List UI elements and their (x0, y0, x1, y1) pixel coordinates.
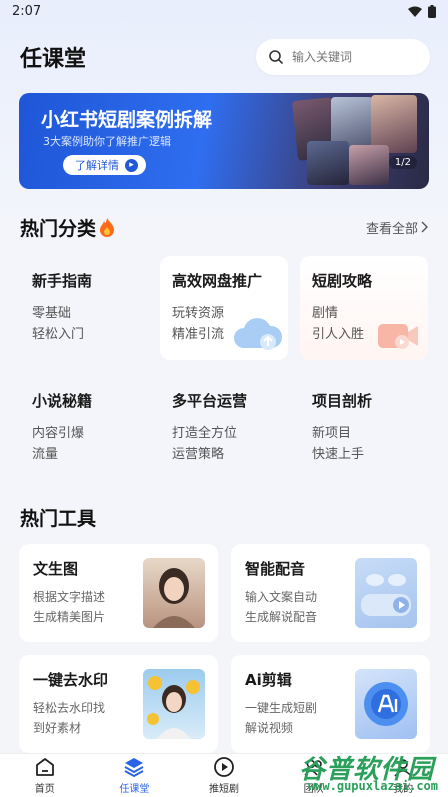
category-desc: 快速上手 (312, 447, 365, 462)
ai-logo-thumbnail (355, 669, 417, 739)
home-icon (35, 758, 54, 776)
tool-card-watermark-remover[interactable]: 一键去水印 轻松去水印找 到好素材 (19, 655, 218, 753)
category-card-novel[interactable]: 小说秘籍 内容引爆 流量 (20, 376, 148, 480)
hot-tools-header: 热门工具 (20, 504, 428, 530)
status-time: 2:07 (12, 3, 42, 19)
category-grid: 新手指南 零基础 轻松入门 高效网盘推广 玩转资源 精准引流 短剧攻略 剧情 引… (20, 256, 428, 480)
fire-icon (100, 218, 115, 237)
tool-grid: 文生图 根据文字描述 生成精美图片 智能配音 输入文案自动 生成解说配音 一键去… (19, 544, 430, 753)
play-circle-icon (214, 757, 234, 777)
portrait-thumbnail (143, 558, 205, 628)
category-desc: 零基础 (32, 306, 72, 321)
category-card-project[interactable]: 项目剖析 新项目 快速上手 (300, 376, 428, 480)
audio-device-thumbnail (355, 558, 417, 628)
category-card-netdisk[interactable]: 高效网盘推广 玩转资源 精准引流 (160, 256, 288, 360)
battery-icon (428, 4, 436, 18)
category-desc: 轻松入门 (32, 327, 85, 342)
tab-home[interactable]: 首页 (0, 754, 90, 797)
video-camera-icon (378, 324, 418, 349)
category-desc: 运营策略 (172, 447, 225, 462)
banner-subtitle: 3大案例助你了解推广逻辑 (43, 135, 171, 148)
site-watermark: 谷普软件园 www.gupuxlazai.com (264, 749, 444, 795)
category-title: 小说秘籍 (32, 392, 93, 410)
page-title: 任课堂 (20, 47, 87, 72)
category-title: 高效网盘推广 (172, 272, 263, 290)
category-title: 多平台运营 (172, 392, 248, 410)
see-all-label: 查看全部 (365, 221, 418, 237)
category-desc: 内容引爆 (32, 426, 85, 441)
banner-title: 小红书短剧案例拆解 (41, 109, 213, 131)
tab-label: 首页 (34, 784, 55, 795)
see-all-link[interactable]: 查看全部 (366, 218, 428, 237)
banner-detail-button[interactable]: 了解详情 ▸ (63, 155, 146, 175)
sunflower-portrait-thumbnail (143, 669, 205, 739)
category-title: 短剧攻略 (312, 272, 373, 290)
category-card-multiplatform[interactable]: 多平台运营 打造全方位 运营策略 (160, 376, 288, 480)
hot-categories-title: 热门分类 (20, 217, 97, 240)
wifi-icon (408, 6, 422, 17)
cloud-upload-icon (234, 318, 282, 350)
banner-poster-collage (287, 93, 429, 189)
chevron-right-icon: ▸ (125, 158, 138, 172)
tab-label: 推短剧 (208, 784, 239, 795)
promo-banner[interactable]: 小红书短剧案例拆解 3大案例助你了解推广逻辑 了解详情 ▸ 1/2 (19, 93, 429, 189)
tool-card-smart-dubbing[interactable]: 智能配音 输入文案自动 生成解说配音 (231, 544, 430, 642)
tab-label: 任课堂 (119, 784, 150, 795)
banner-button-label: 了解详情 (75, 159, 119, 172)
layers-icon (124, 758, 144, 778)
search-icon (269, 50, 283, 64)
search-box[interactable] (256, 39, 430, 75)
category-title: 项目剖析 (312, 392, 373, 410)
header: 任课堂 (20, 38, 430, 76)
category-desc: 打造全方位 (172, 426, 238, 441)
category-card-shortdrama[interactable]: 短剧攻略 剧情 引人入胜 (300, 256, 428, 360)
chevron-right-icon (421, 221, 428, 233)
category-desc: 流量 (32, 447, 59, 462)
tool-card-ai-editing[interactable]: Ai剪辑 一键生成短剧 解说视频 (231, 655, 430, 753)
category-title: 新手指南 (32, 272, 93, 290)
category-card-beginner[interactable]: 新手指南 零基础 轻松入门 (20, 256, 148, 360)
hot-tools-title: 热门工具 (20, 507, 97, 530)
hot-categories-header: 热门分类 查看全部 (20, 214, 428, 240)
status-bar: 2:07 (0, 0, 448, 22)
tool-card-text-to-image[interactable]: 文生图 根据文字描述 生成精美图片 (19, 544, 218, 642)
tab-short-drama[interactable]: 推短剧 (179, 754, 269, 797)
search-input[interactable] (292, 50, 412, 64)
watermark-url: www.gupuxlazai.com (307, 779, 438, 793)
tab-renketang[interactable]: 任课堂 (90, 754, 180, 797)
banner-pager: 1/2 (388, 156, 417, 169)
category-desc: 新项目 (312, 426, 352, 441)
